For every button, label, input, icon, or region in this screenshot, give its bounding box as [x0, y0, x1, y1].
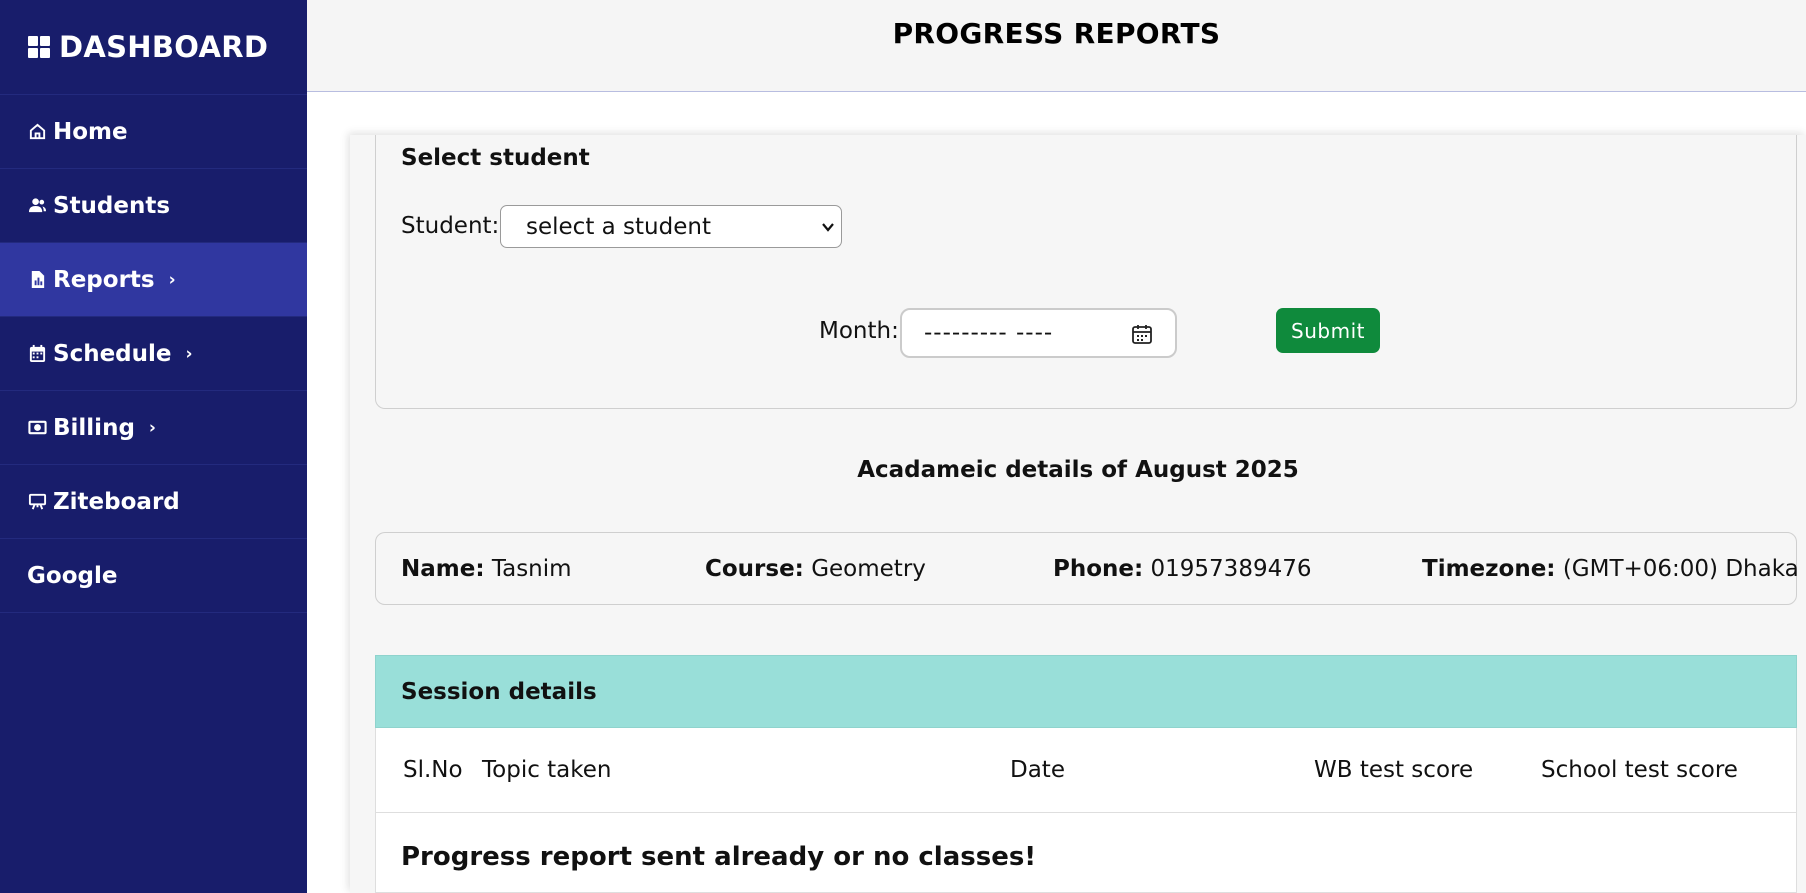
- column-header-topic: Topic taken: [482, 757, 612, 783]
- sidebar-brand[interactable]: DASHBOARD: [0, 0, 307, 95]
- calendar-icon: [27, 344, 47, 364]
- page-header: PROGRESS REPORTS: [307, 0, 1806, 92]
- empty-message: Progress report sent already or no class…: [401, 842, 1037, 872]
- name-value: Tasnim: [491, 556, 572, 582]
- student-label: Student:: [401, 213, 500, 239]
- select-student-panel: Select student Student: select a student…: [375, 135, 1797, 409]
- month-input-value: --------- ----: [924, 320, 1054, 346]
- sidebar-item-home[interactable]: Home: [0, 95, 307, 169]
- phone-label: Phone:: [1053, 556, 1144, 582]
- student-name: Name: Tasnim: [401, 556, 572, 582]
- student-select[interactable]: select a student: [500, 205, 842, 248]
- home-icon: [27, 122, 47, 142]
- sidebar-item-google[interactable]: G oogle: [0, 539, 307, 613]
- sidebar-item-label: Reports: [53, 266, 155, 293]
- sidebar-item-students[interactable]: Students: [0, 169, 307, 243]
- chevron-down-icon: [822, 223, 834, 232]
- student-select-value: select a student: [526, 213, 711, 240]
- whiteboard-icon: [27, 492, 47, 512]
- report-card: Select student Student: select a student…: [350, 135, 1806, 893]
- sidebar-item-label: Schedule: [53, 340, 172, 367]
- student-phone: Phone: 01957389476: [1053, 556, 1311, 582]
- course-label: Course:: [705, 556, 804, 582]
- sidebar-item-label: Ziteboard: [53, 488, 180, 515]
- money-icon: [27, 418, 47, 438]
- student-course: Course: Geometry: [705, 556, 926, 582]
- calendar-icon[interactable]: [1131, 323, 1153, 345]
- users-icon: [27, 196, 47, 216]
- submit-button[interactable]: Submit: [1276, 308, 1380, 353]
- month-input[interactable]: --------- ----: [900, 308, 1177, 358]
- select-student-title: Select student: [401, 145, 590, 171]
- academic-details-title: Acadameic details of August 2025: [857, 457, 1299, 483]
- session-table: Sl.No Topic taken Date WB test score Sch…: [375, 728, 1797, 893]
- phone-value: 01957389476: [1150, 556, 1312, 582]
- page-title: PROGRESS REPORTS: [892, 17, 1221, 50]
- name-label: Name:: [401, 556, 485, 582]
- sidebar-item-billing[interactable]: Billing ›: [0, 391, 307, 465]
- timezone-value: (GMT+06:00) Dhaka: [1562, 556, 1799, 582]
- session-details-header: Session details: [375, 655, 1797, 728]
- student-info-box: Name: Tasnim Course: Geometry Phone: 019…: [375, 532, 1799, 605]
- chevron-right-icon: ›: [148, 417, 156, 438]
- student-timezone: Timezone: (GMT+06:00) Dhaka: [1422, 556, 1799, 582]
- column-header-date: Date: [1010, 757, 1065, 783]
- sidebar-item-label: Billing: [53, 414, 135, 441]
- column-header-school-score: School test score: [1541, 757, 1738, 783]
- column-header-slno: Sl.No: [403, 757, 463, 783]
- course-value: Geometry: [811, 556, 926, 582]
- chevron-right-icon: ›: [168, 269, 176, 290]
- report-icon: [27, 270, 47, 290]
- sidebar-item-label: Home: [53, 118, 128, 145]
- sidebar-item-schedule[interactable]: Schedule ›: [0, 317, 307, 391]
- google-icon: G: [27, 562, 46, 589]
- sidebar-item-reports[interactable]: Reports ›: [0, 243, 307, 317]
- sidebar-item-label: oogle: [45, 562, 118, 589]
- column-header-wb-score: WB test score: [1314, 757, 1474, 783]
- brand-title: DASHBOARD: [59, 30, 269, 64]
- month-label: Month:: [819, 318, 899, 344]
- dashboard-icon: [28, 36, 50, 58]
- table-divider: [376, 812, 1796, 813]
- sidebar-item-label: Students: [53, 192, 171, 219]
- timezone-label: Timezone:: [1422, 556, 1556, 582]
- chevron-right-icon: ›: [185, 343, 193, 364]
- sidebar-item-ziteboard[interactable]: Ziteboard: [0, 465, 307, 539]
- sidebar: DASHBOARD Home Students Reports › Schedu…: [0, 0, 307, 893]
